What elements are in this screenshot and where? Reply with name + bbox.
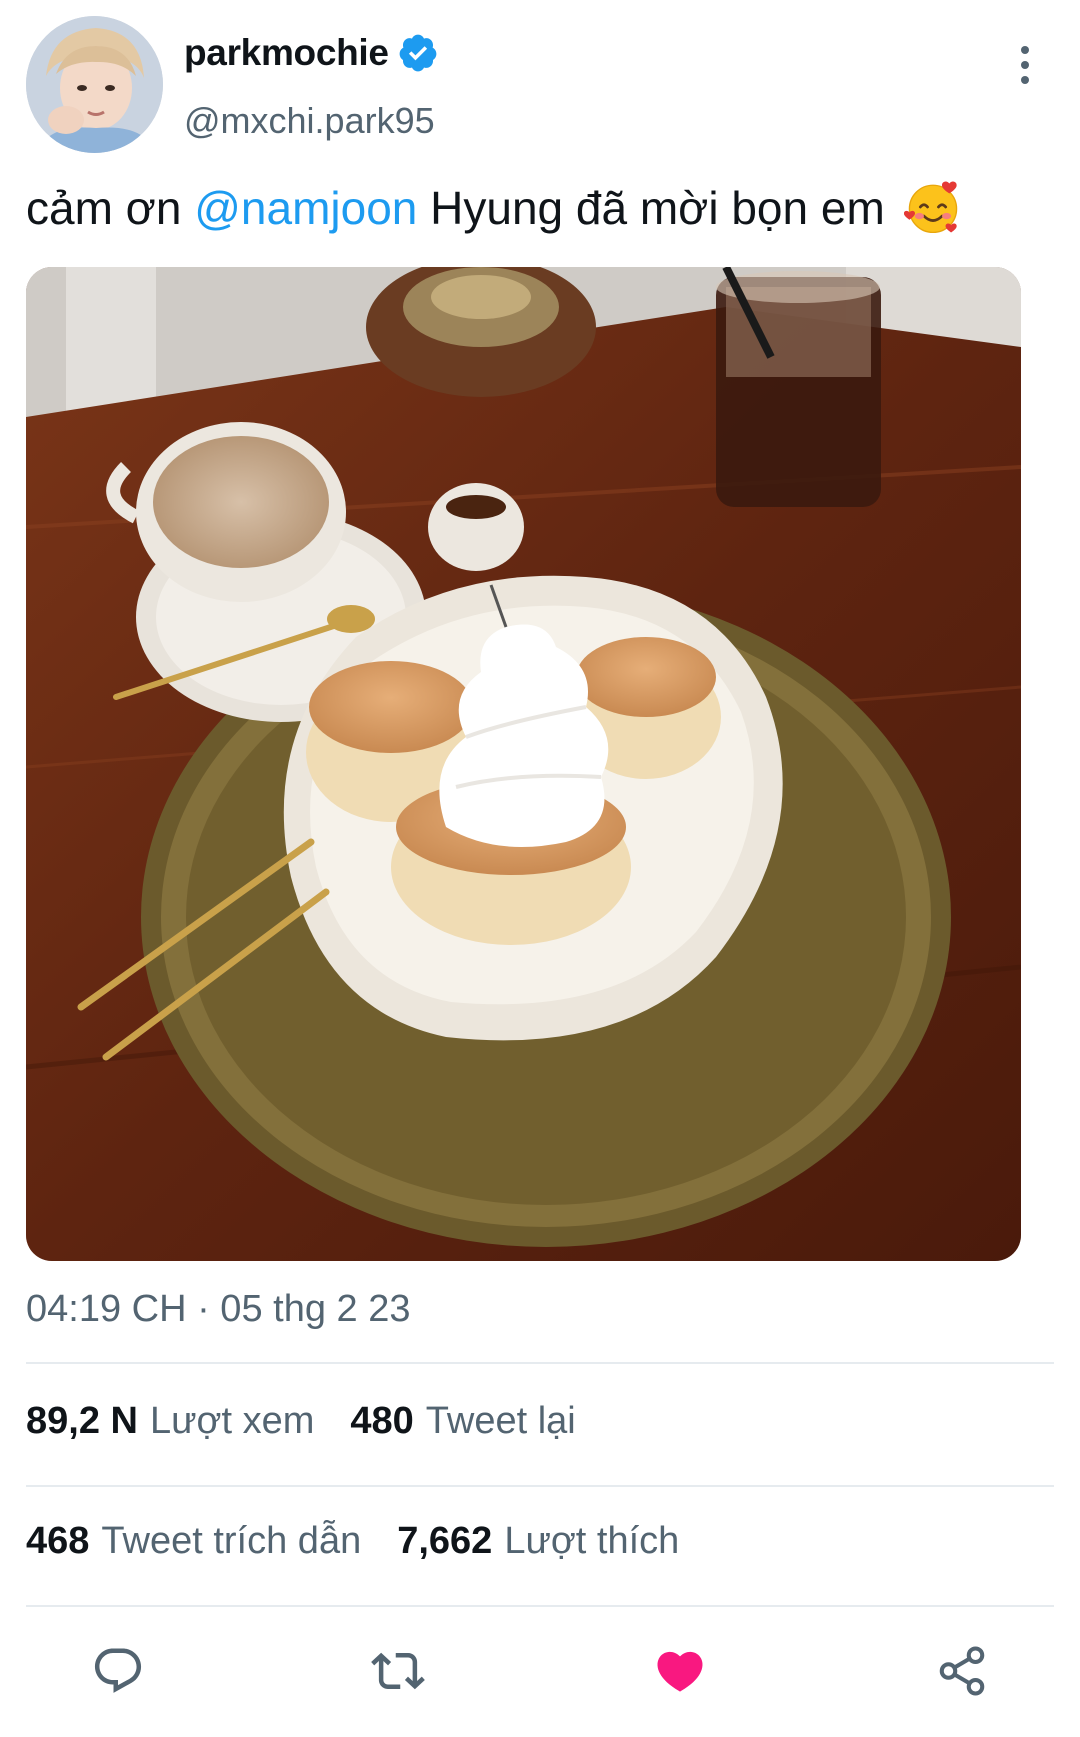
verified-badge-icon <box>399 34 437 72</box>
quotes-count: 468 <box>26 1520 90 1562</box>
share-icon[interactable] <box>935 1644 989 1698</box>
retweets-stat[interactable]: 480 Tweet lại <box>350 1400 575 1443</box>
retweet-icon[interactable] <box>371 1644 425 1698</box>
likes-count: 7,662 <box>397 1520 493 1562</box>
stats-row-1: 89,2 N Lượt xem 480 Tweet lại <box>26 1400 612 1443</box>
quotes-stat[interactable]: 468 Tweet trích dẫn <box>26 1520 361 1563</box>
tweet-text-suffix: Hyung đã mời bọn em <box>417 182 885 234</box>
tweet-header: parkmochie @mxchi.park95 <box>0 0 1080 153</box>
stats-row-2: 468 Tweet trích dẫn 7,662 Lượt thích <box>26 1520 715 1563</box>
user-handle[interactable]: @mxchi.park95 <box>184 100 435 142</box>
mention-link[interactable]: @namjoon <box>194 182 417 234</box>
tweet-text-prefix: cảm ơn <box>26 182 195 234</box>
likes-label: Lượt thích <box>504 1520 680 1562</box>
smiling-face-with-hearts-icon <box>903 181 957 234</box>
reply-icon[interactable] <box>91 1644 145 1698</box>
divider <box>26 1485 1054 1487</box>
tweet-timestamp[interactable]: 04:19 CH · 05 thg 2 23 <box>26 1288 410 1331</box>
views-label: Lượt xem <box>149 1400 315 1442</box>
tweet-text: cảm ơn @namjoon Hyung đã mời bọn em <box>26 178 962 236</box>
retweets-label: Tweet lại <box>425 1400 576 1442</box>
divider <box>26 1605 1054 1607</box>
views-stat[interactable]: 89,2 N Lượt xem <box>26 1400 314 1443</box>
views-count: 89,2 N <box>26 1400 138 1442</box>
retweets-count: 480 <box>350 1400 414 1442</box>
heart-icon[interactable] <box>653 1644 707 1698</box>
name-row: parkmochie <box>184 32 439 74</box>
tweet-photo[interactable] <box>26 267 1021 1261</box>
quotes-label: Tweet trích dẫn <box>101 1520 362 1562</box>
display-name[interactable]: parkmochie <box>184 32 389 74</box>
more-options-icon[interactable] <box>1010 40 1040 90</box>
tweet-actions <box>0 1620 1080 1720</box>
avatar[interactable] <box>26 16 163 153</box>
likes-stat[interactable]: 7,662 Lượt thích <box>397 1520 679 1563</box>
divider <box>26 1362 1054 1364</box>
